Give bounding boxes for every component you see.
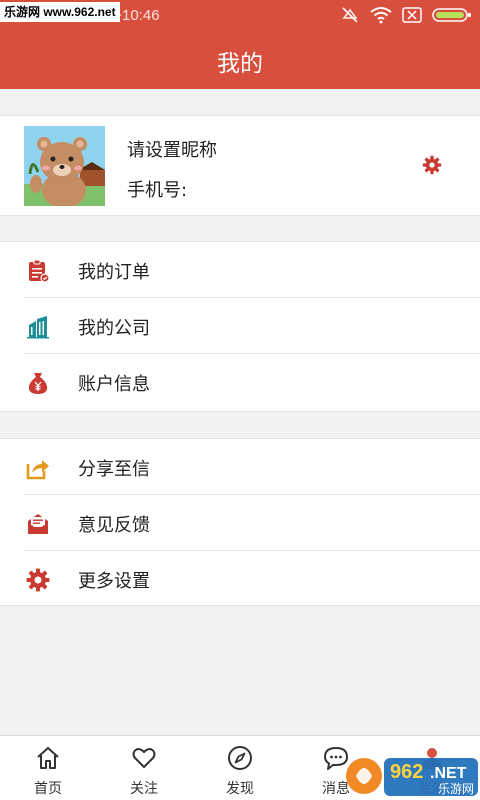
watermark-logo: 962 .NET 乐游网 xyxy=(346,758,478,796)
profile-card[interactable]: 请设置昵称 手机号: xyxy=(0,115,480,216)
menu-item-label: 我的公司 xyxy=(78,318,150,339)
menu-item-label: 账户信息 xyxy=(78,374,150,395)
battery-icon xyxy=(432,8,471,22)
menu-item-my-orders[interactable]: 我的订单 xyxy=(0,242,480,298)
menu-item-label: 意见反馈 xyxy=(78,515,150,536)
status-bar: 上午10:46 乐游网 www.962.net xyxy=(0,0,480,30)
page-title: 我的 xyxy=(217,51,263,77)
tab-label: 首页 xyxy=(34,781,62,797)
sim-icon xyxy=(402,7,422,23)
header-bar: 上午10:46 乐游网 www.962.net 我的 xyxy=(0,0,480,89)
feedback-icon xyxy=(28,514,48,534)
tab-label: 关注 xyxy=(130,781,158,797)
bear-avatar-image xyxy=(24,126,105,206)
watermark-label: 乐游网 www.962.net xyxy=(0,2,120,22)
profile-settings-gear-icon[interactable] xyxy=(422,155,442,175)
menu-item-more-settings[interactable]: 更多设置 xyxy=(0,551,480,607)
avatar[interactable] xyxy=(24,126,105,206)
money-bag-icon xyxy=(28,373,48,394)
home-icon xyxy=(37,747,59,769)
menu-item-label: 更多设置 xyxy=(78,571,150,592)
nickname-label[interactable]: 请设置昵称 xyxy=(127,136,217,162)
company-icon xyxy=(27,316,49,339)
tab-discover[interactable]: 发现 xyxy=(192,736,288,800)
menu-group-more: 分享至信 意见反馈 更多设置 xyxy=(0,438,480,606)
svg-text:乐游网: 乐游网 xyxy=(438,782,474,796)
order-icon xyxy=(29,259,50,283)
menu-item-label: 我的订单 xyxy=(78,262,150,283)
silent-icon xyxy=(342,7,358,23)
menu-item-account-info[interactable]: 账户信息 xyxy=(0,354,480,410)
tab-label: 发现 xyxy=(226,781,254,797)
status-icons xyxy=(340,4,472,26)
wifi-icon xyxy=(370,7,392,24)
tab-follow[interactable]: 关注 xyxy=(96,736,192,800)
tab-home[interactable]: 首页 xyxy=(0,736,96,800)
menu-item-label: 分享至信 xyxy=(78,459,150,480)
heart-icon xyxy=(132,748,156,768)
compass-icon xyxy=(228,746,252,770)
menu-item-my-company[interactable]: 我的公司 xyxy=(0,298,480,354)
menu-item-feedback[interactable]: 意见反馈 xyxy=(0,495,480,551)
menu-item-share[interactable]: 分享至信 xyxy=(0,439,480,495)
svg-text:.NET: .NET xyxy=(430,765,467,782)
menu-group-account: 我的订单 我的公司 账户信息 xyxy=(0,241,480,412)
share-icon xyxy=(26,460,49,480)
settings-icon xyxy=(26,568,50,592)
svg-text:962: 962 xyxy=(390,761,423,783)
phone-label: 手机号: xyxy=(127,180,188,201)
